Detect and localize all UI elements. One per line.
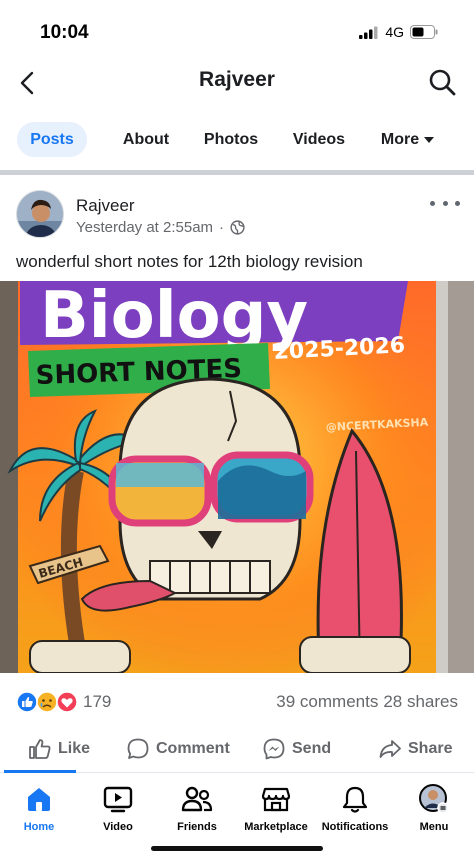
nav-menu-label: Menu xyxy=(419,821,449,833)
tab-more[interactable]: More xyxy=(372,122,444,157)
post-image[interactable]: Biology SHORT NOTES 2025-2026 @NCERTKAKS… xyxy=(0,281,474,673)
network-type: 4G xyxy=(385,24,404,40)
more-dot xyxy=(442,200,448,206)
send-label: Send xyxy=(292,740,332,757)
comments-shares: 39 comments 28 shares xyxy=(276,692,458,712)
reaction-icons xyxy=(16,691,78,713)
share-label: Share xyxy=(408,740,453,757)
nav-marketplace[interactable]: Marketplace xyxy=(231,783,321,839)
battery-icon xyxy=(410,25,438,39)
home-indicator xyxy=(151,846,323,851)
sad-reaction-icon xyxy=(36,691,58,713)
status-indicators: 4G xyxy=(359,24,438,40)
more-dot xyxy=(430,200,435,206)
biology-notes-cover: Biology SHORT NOTES 2025-2026 @NCERTKAKS… xyxy=(0,281,474,673)
avatar-photo xyxy=(17,191,63,237)
profile-header: Rajveer xyxy=(0,58,474,108)
like-label: Like xyxy=(58,740,91,757)
post-header: Rajveer Yesterday at 2:55am · xyxy=(0,188,474,244)
home-icon xyxy=(23,783,55,815)
search-button[interactable] xyxy=(426,66,458,98)
bottom-navigation: Home Video Friends Marketplace Notificat… xyxy=(0,779,474,839)
shares-count[interactable]: 28 shares xyxy=(383,692,458,712)
messenger-icon xyxy=(263,738,285,760)
tab-more-label: More xyxy=(380,130,420,148)
reactions-summary[interactable]: 179 39 comments 28 shares xyxy=(0,688,474,716)
nav-home-label: Home xyxy=(23,821,55,833)
comment-button[interactable]: Comment xyxy=(126,734,230,764)
tab-photos[interactable]: Photos xyxy=(196,122,266,157)
post-timestamp[interactable]: Yesterday at 2:55am xyxy=(76,219,213,236)
signal-icon xyxy=(359,26,378,39)
post-text: wonderful short notes for 12th biology r… xyxy=(16,252,363,271)
send-button[interactable]: Send xyxy=(262,734,331,764)
post-options-button[interactable] xyxy=(430,196,460,210)
globe-icon xyxy=(230,220,245,235)
like-reaction-icon xyxy=(16,691,38,713)
share-icon xyxy=(379,740,401,758)
avatar[interactable] xyxy=(16,190,64,238)
comment-label: Comment xyxy=(156,740,230,757)
tab-posts[interactable]: Posts xyxy=(17,122,87,157)
nav-notifications[interactable]: Notifications xyxy=(310,783,400,839)
marketplace-icon xyxy=(260,783,292,815)
caret-down-icon xyxy=(424,136,435,143)
author-name[interactable]: Rajveer xyxy=(76,196,135,216)
thumbs-up-icon xyxy=(29,739,51,759)
video-icon xyxy=(102,783,134,815)
like-button[interactable]: Like xyxy=(28,734,90,764)
search-icon xyxy=(429,69,456,96)
meta-separator: · xyxy=(219,219,225,236)
reaction-count: 179 xyxy=(83,692,112,711)
comment-icon xyxy=(127,738,149,759)
share-button[interactable]: Share xyxy=(378,734,452,764)
status-time: 10:04 xyxy=(40,22,89,43)
tab-about[interactable]: About xyxy=(114,122,178,157)
nav-marketplace-label: Marketplace xyxy=(244,821,308,833)
nav-notifications-label: Notifications xyxy=(321,821,389,833)
tab-videos[interactable]: Videos xyxy=(284,122,354,157)
post-meta: Yesterday at 2:55am · xyxy=(76,219,245,236)
nav-video-label: Video xyxy=(103,821,133,833)
love-reaction-icon xyxy=(56,691,78,713)
post-actions: Like Comment Send Share xyxy=(0,730,474,766)
bell-icon xyxy=(339,783,371,815)
comments-count[interactable]: 39 comments xyxy=(276,692,378,712)
nav-menu[interactable]: Menu xyxy=(389,783,474,839)
friends-icon xyxy=(181,783,213,815)
nav-friends[interactable]: Friends xyxy=(152,783,242,839)
page-title: Rajveer xyxy=(199,68,275,91)
more-dot xyxy=(455,200,460,206)
nav-home[interactable]: Home xyxy=(0,783,84,839)
nav-video[interactable]: Video xyxy=(73,783,163,839)
profile-menu-icon xyxy=(418,783,450,815)
cover-title: Biology xyxy=(40,281,308,353)
status-bar: 10:04 4G xyxy=(0,0,474,58)
nav-friends-label: Friends xyxy=(177,821,217,833)
active-tab-indicator xyxy=(4,770,76,773)
profile-tabs: Posts About Photos Videos More xyxy=(0,120,474,160)
section-divider xyxy=(0,170,474,175)
